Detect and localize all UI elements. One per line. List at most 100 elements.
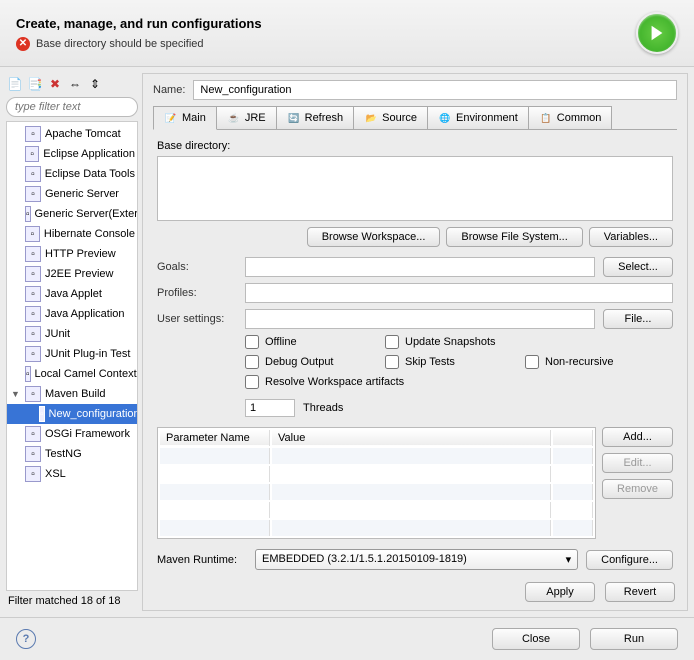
edit-button[interactable]: Edit... [602,453,673,473]
resolve-workspace-checkbox[interactable]: Resolve Workspace artifacts [245,375,655,389]
runtime-label: Maven Runtime: [157,554,247,566]
tree-item-label: OSGi Framework [45,428,130,440]
tree-item-label: Eclipse Data Tools [45,168,135,180]
table-row [160,520,593,536]
user-settings-label: User settings: [157,313,237,325]
tree-item[interactable]: ▫OSGi Framework [7,424,137,444]
tree-item[interactable]: ▫Generic Server [7,184,137,204]
error-icon: ✕ [16,37,30,51]
tab-icon: 🌐 [438,111,452,125]
tab-icon: 📋 [539,111,553,125]
revert-button[interactable]: Revert [605,582,675,602]
tab-environment[interactable]: 🌐Environment [427,106,529,129]
tree-item-label: JUnit Plug-in Test [45,348,130,360]
table-row [160,448,593,464]
tree-item[interactable]: ▫ TestNG [7,444,137,464]
collapse-icon[interactable]: ⇔ [66,75,84,93]
tree-item[interactable]: ▫Generic Server(External) [7,204,137,224]
tab-label: Source [382,112,417,124]
tree-item-label: Java Application [45,308,125,320]
tree-item-label: HTTP Preview [45,248,116,260]
delete-config-icon[interactable]: ✖ [46,75,64,93]
debug-output-checkbox[interactable]: Debug Output [245,355,375,369]
browse-workspace-button[interactable]: Browse Workspace... [307,227,441,247]
param-name-col: Parameter Name [160,430,270,446]
config-type-icon: ▫ [25,346,41,362]
tree-item[interactable]: ▫Maven Build [7,384,137,404]
tree-item-label: Generic Server [45,188,119,200]
profiles-label: Profiles: [157,287,237,299]
tree-item-label: Generic Server(External) [35,208,138,220]
add-button[interactable]: Add... [602,427,673,447]
config-tree: ▫Apache Tomcat▫Eclipse Application▫Eclip… [6,121,138,591]
tree-item[interactable]: ▫Java Applet [7,284,137,304]
tree-item[interactable]: ▫Hibernate Console [7,224,137,244]
config-type-icon: ▫ [39,406,45,422]
tree-item-label: New_configuration [49,408,138,420]
tree-item-label: Hibernate Console [44,228,135,240]
config-type-icon: ▫ [25,306,41,322]
tree-item-label: Java Applet [45,288,102,300]
tabs: 📝Main☕JRE🔄Refresh 📂 Source 🌐Environment📋Com… [153,106,677,130]
tab-icon: 📂 [364,111,378,125]
offline-checkbox[interactable]: Offline [245,335,375,349]
tab-icon: 🔄 [287,111,301,125]
new-config-icon[interactable]: 📄 [6,75,24,93]
table-row [160,466,593,482]
duplicate-config-icon[interactable]: 📑 [26,75,44,93]
tree-item-child[interactable]: ▫ New_configuration [7,404,137,424]
help-icon[interactable]: ? [16,629,36,649]
skip-tests-checkbox[interactable]: Skip Tests [385,355,515,369]
tab-refresh[interactable]: 🔄Refresh [276,106,355,129]
runtime-select[interactable]: EMBEDDED (3.2.1/1.5.1.20150109-1819) ▾ [255,549,578,570]
config-type-icon: ▫ [25,266,41,282]
tab-source[interactable]: 📂 Source [353,106,428,129]
tree-item-label: Eclipse Application [43,148,135,160]
config-type-icon: ▫ [25,446,41,462]
parameters-table[interactable]: Parameter Name Value [157,427,596,539]
select-button[interactable]: Select... [603,257,673,277]
sidebar: 📄 📑 ✖ ⇔ ⇕ ▫Apache Tomcat▫Eclipse Applica… [6,73,138,611]
name-label: Name: [153,84,185,96]
tab-main[interactable]: 📝Main [153,106,217,130]
tree-item-label: J2EE Preview [45,268,113,280]
goals-input[interactable] [245,257,595,277]
variables-button[interactable]: Variables... [589,227,673,247]
config-type-icon: ▫ [25,366,31,382]
config-type-icon: ▫ [25,326,41,342]
non-recursive-checkbox[interactable]: Non-recursive [525,355,655,369]
tree-item-label: TestNG [45,448,82,460]
name-input[interactable] [193,80,677,100]
tree-item[interactable]: ▫ J2EE Preview [7,264,137,284]
table-row [160,502,593,518]
configure-button[interactable]: Configure... [586,550,673,570]
tree-item[interactable]: ▫Apache Tomcat [7,124,137,144]
dialog-title: Create, manage, and run configurations [16,16,636,31]
tree-item[interactable]: ▫ JUnit Plug-in Test [7,344,137,364]
tree-item[interactable]: ▫XSL [7,464,137,484]
tree-item[interactable]: ▫Eclipse Application [7,144,137,164]
tree-item[interactable]: ▫ JUnit [7,324,137,344]
tree-item[interactable]: ▫Eclipse Data Tools [7,164,137,184]
apply-button[interactable]: Apply [525,582,595,602]
close-button[interactable]: Close [492,628,580,650]
user-settings-input[interactable] [245,309,595,329]
tab-common[interactable]: 📋Common [528,106,613,129]
threads-spinner[interactable] [245,399,295,417]
tree-item-label: JUnit [45,328,70,340]
tree-item[interactable]: ▫ Java Application [7,304,137,324]
tree-item[interactable]: ▫Local Camel Context [7,364,137,384]
tree-item-label: Maven Build [45,388,106,400]
expand-icon[interactable]: ⇕ [86,75,104,93]
browse-filesystem-button[interactable]: Browse File System... [446,227,582,247]
profiles-input[interactable] [245,283,673,303]
filter-input[interactable] [6,97,138,117]
run-button[interactable]: Run [590,628,678,650]
base-dir-input[interactable] [157,156,673,221]
config-type-icon: ▫ [25,466,41,482]
update-snapshots-checkbox[interactable]: Update Snapshots [385,335,515,349]
tree-item[interactable]: ▫HTTP Preview [7,244,137,264]
file-button[interactable]: File... [603,309,673,329]
tab-jre[interactable]: ☕JRE [216,106,277,129]
remove-button[interactable]: Remove [602,479,673,499]
